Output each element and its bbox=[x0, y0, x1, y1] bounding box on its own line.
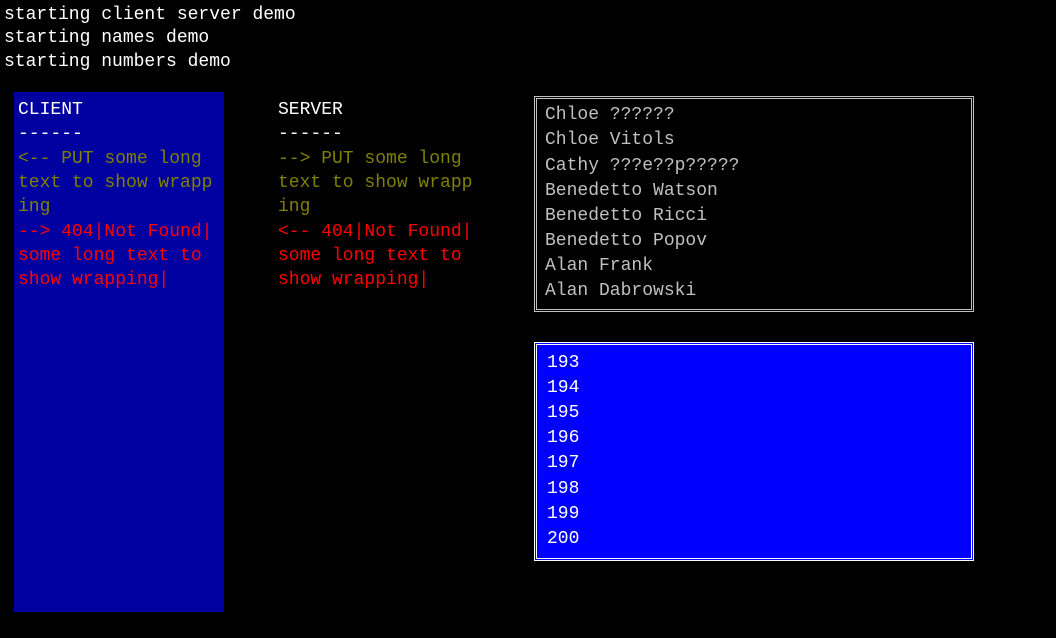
client-error-message: --> 404|Not Found|some long text to show… bbox=[18, 220, 220, 293]
startup-line: starting names demo bbox=[4, 27, 1052, 50]
name-item: Alan Dabrowski bbox=[545, 279, 963, 304]
number-item: 200 bbox=[547, 527, 961, 552]
startup-messages: starting client server demo starting nam… bbox=[4, 4, 1052, 74]
name-item: Benedetto Popov bbox=[545, 229, 963, 254]
name-item: Benedetto Watson bbox=[545, 179, 963, 204]
client-panel: CLIENT ------ <-- PUT some long text to … bbox=[14, 92, 224, 612]
name-item: Chloe ?????? bbox=[545, 103, 963, 128]
startup-line: starting client server demo bbox=[4, 4, 1052, 27]
client-header: CLIENT bbox=[18, 98, 220, 122]
demo-area: CLIENT ------ <-- PUT some long text to … bbox=[4, 92, 1052, 612]
number-item: 199 bbox=[547, 502, 961, 527]
name-item: Alan Frank bbox=[545, 254, 963, 279]
server-panel: SERVER ------ --> PUT some long text to … bbox=[274, 92, 484, 612]
server-error-message: <-- 404|Not Found|some long text to show… bbox=[278, 220, 480, 293]
name-item: Cathy ???e??p????? bbox=[545, 154, 963, 179]
number-item: 194 bbox=[547, 376, 961, 401]
number-item: 196 bbox=[547, 426, 961, 451]
server-divider: ------ bbox=[278, 122, 480, 146]
client-server-column: CLIENT ------ <-- PUT some long text to … bbox=[14, 92, 484, 612]
number-item: 197 bbox=[547, 451, 961, 476]
name-item: Benedetto Ricci bbox=[545, 204, 963, 229]
numbers-box: 193 194 195 196 197 198 199 200 bbox=[534, 342, 974, 562]
right-column: Chloe ?????? Chloe Vitols Cathy ???e??p?… bbox=[534, 92, 974, 612]
client-divider: ------ bbox=[18, 122, 220, 146]
names-box: Chloe ?????? Chloe Vitols Cathy ???e??p?… bbox=[534, 96, 974, 312]
server-header: SERVER bbox=[278, 98, 480, 122]
name-item: Chloe Vitols bbox=[545, 128, 963, 153]
startup-line: starting numbers demo bbox=[4, 51, 1052, 74]
number-item: 195 bbox=[547, 401, 961, 426]
server-put-message: --> PUT some long text to show wrapping bbox=[278, 147, 480, 220]
number-item: 193 bbox=[547, 351, 961, 376]
number-item: 198 bbox=[547, 477, 961, 502]
client-put-message: <-- PUT some long text to show wrapping bbox=[18, 147, 220, 220]
